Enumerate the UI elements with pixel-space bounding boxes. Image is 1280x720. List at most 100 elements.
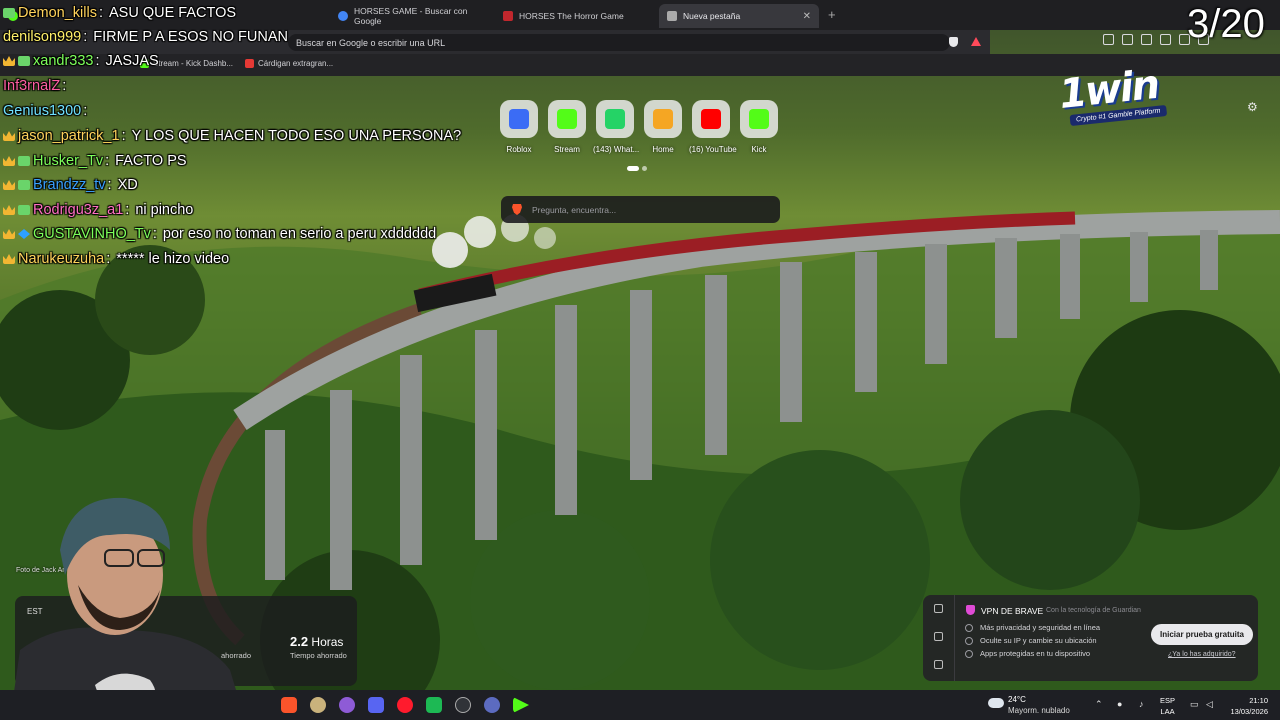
chevron-up-icon[interactable]: ⌃ — [1095, 699, 1103, 710]
shortcut-tile[interactable]: (143) What... — [593, 100, 639, 154]
sub-badge-icon — [18, 56, 30, 66]
shield-icon[interactable] — [934, 604, 943, 613]
chat-message: Husker_Tv: FACTO PS — [3, 153, 187, 169]
sub-badge-icon — [18, 180, 30, 190]
pagination-dots[interactable] — [627, 166, 647, 171]
chat-username: GUSTAVINHO_Tv — [33, 226, 151, 242]
shortcut-icon-box — [548, 100, 586, 138]
app-taskbar-icon[interactable] — [310, 697, 326, 713]
time-number: 2.2 — [290, 634, 309, 649]
shortcut-tile[interactable]: (16) YouTube — [689, 100, 737, 154]
chat-separator: : — [121, 128, 126, 144]
dot[interactable] — [642, 166, 647, 171]
tab-new-tab[interactable]: Nueva pestaña ✕ — [659, 4, 819, 28]
vpn-feature: Apps protegidas en tu dispositivo — [965, 649, 1090, 658]
already-purchased-link[interactable]: ¿Ya lo has adquirido? — [1168, 651, 1236, 658]
start-trial-button[interactable]: Iniciar prueba gratuita — [1151, 624, 1253, 645]
sub-badge-icon — [18, 156, 30, 166]
brave-taskbar-icon[interactable] — [281, 697, 297, 713]
app-taskbar-icon[interactable] — [426, 697, 442, 713]
shortcut-tile[interactable]: Kick — [737, 100, 781, 154]
close-tab-icon[interactable]: ✕ — [803, 11, 811, 22]
shortcut-label: Stream — [554, 145, 580, 154]
time-label: Tiempo ahorrado — [290, 651, 347, 660]
chat-message: Narukeuzuha: ***** le hizo video — [3, 251, 229, 267]
cloud-icon — [988, 698, 1004, 708]
discord-taskbar-icon[interactable] — [368, 697, 384, 713]
address-input[interactable]: Buscar en Google o escribir una URL — [288, 34, 950, 51]
app-taskbar-icon[interactable] — [484, 697, 500, 713]
chat-username: Husker_Tv — [33, 153, 104, 169]
chat-message: jason_patrick_1: Y LOS QUE HACEN TODO ESO… — [3, 128, 461, 144]
clock[interactable]: 21:10 13/03/2026 — [1226, 695, 1268, 717]
vpn-feature: Más privacidad y seguridad en línea — [965, 623, 1100, 632]
brand-logo: 1win Crypto #1 Gamble Platform — [1057, 60, 1178, 136]
vpn-sidebar — [923, 595, 955, 681]
dot-active[interactable] — [627, 166, 639, 171]
shortcut-tile[interactable]: Home — [641, 100, 685, 154]
chat-message: Demon_kills: ASU QUE FACTOS — [3, 5, 236, 21]
incognito-icon[interactable] — [1103, 34, 1114, 45]
chat-separator: : — [83, 103, 88, 119]
tab-horses-game[interactable]: HORSES The Horror Game — [495, 4, 655, 28]
sidebar-icon[interactable] — [1160, 34, 1171, 45]
shortcut-tile[interactable]: Stream — [545, 100, 589, 154]
shortcut-icon-box — [692, 100, 730, 138]
obs-taskbar-icon[interactable] — [455, 697, 471, 713]
new-tab-button[interactable]: + — [828, 7, 836, 22]
chat-message: GUSTAVINHO_Tv: por eso no toman en serio … — [3, 226, 436, 242]
chat-message: Brandzz_tv: XD — [3, 177, 138, 193]
region-code: LAA — [1160, 707, 1175, 716]
app-tray-icon[interactable]: ● — [1117, 699, 1122, 709]
shortcut-label: (16) YouTube — [689, 145, 737, 154]
chat-text: ASU QUE FACTOS — [109, 5, 237, 21]
app-taskbar-icon[interactable] — [339, 697, 355, 713]
kick-icon — [557, 109, 577, 129]
store-icon — [245, 59, 254, 68]
brave-shield-icon — [667, 11, 677, 21]
crown-badge-icon — [3, 205, 15, 215]
extensions-icon[interactable] — [1122, 34, 1133, 45]
wallet-icon[interactable] — [1141, 34, 1152, 45]
bookmark-cardigan[interactable]: Cárdigan extragran... — [245, 59, 333, 68]
shortcut-tile[interactable]: Roblox — [497, 100, 541, 154]
taskbar — [0, 690, 1280, 720]
chat-username: Genius1300 — [3, 103, 82, 119]
chat-separator: : — [62, 78, 67, 94]
chat-text: JASJAS — [105, 53, 159, 69]
vpn-feature-text: Apps protegidas en tu dispositivo — [980, 649, 1091, 658]
warning-icon[interactable] — [934, 632, 943, 641]
crown-badge-icon — [3, 156, 15, 166]
microphone-icon[interactable]: ♪ — [1139, 699, 1144, 709]
chat-separator: : — [95, 53, 100, 69]
opera-taskbar-icon[interactable] — [397, 697, 413, 713]
search-box[interactable]: Pregunta, encuentra... — [501, 196, 780, 223]
time-unit: Horas — [311, 635, 344, 649]
crown-badge-icon — [3, 229, 15, 239]
card-icon[interactable] — [934, 660, 943, 669]
shortcut-icon-box — [596, 100, 634, 138]
brave-rewards-icon[interactable] — [971, 37, 981, 46]
steam-page-icon — [503, 11, 513, 21]
gem-badge-icon — [18, 229, 30, 239]
brave-shields-icon[interactable] — [949, 37, 958, 47]
shortcut-icon-box — [644, 100, 682, 138]
sub-badge-icon — [3, 8, 15, 18]
language-code: ESP — [1160, 696, 1176, 705]
weather-temp: 24°C — [1008, 695, 1026, 704]
network-icon[interactable]: ▭ — [1190, 699, 1199, 710]
shortcut-icon-box — [740, 100, 778, 138]
chat-text: FACTO PS — [115, 153, 187, 169]
language-indicator[interactable]: ESP LAA — [1160, 695, 1175, 717]
clock-date: 13/03/2026 — [1230, 707, 1268, 716]
search-placeholder: Pregunta, encuentra... — [532, 204, 617, 215]
chat-message: denilson999: FIRME P A ESOS NO FUNAN — [3, 29, 288, 45]
tab-horses-google[interactable]: HORSES GAME - Buscar con Google — [330, 4, 495, 28]
volume-icon[interactable]: ◁ — [1206, 699, 1213, 710]
gear-icon[interactable]: ⚙ — [1247, 100, 1258, 114]
whatsapp-icon — [605, 109, 625, 129]
chat-text: por eso no toman en serio a peru xdddddd — [162, 226, 437, 242]
tab-label: HORSES The Horror Game — [519, 11, 624, 21]
chat-text: XD — [117, 177, 138, 193]
vpn-card: VPN DE BRAVE Con la tecnología de Guardi… — [923, 595, 1258, 681]
